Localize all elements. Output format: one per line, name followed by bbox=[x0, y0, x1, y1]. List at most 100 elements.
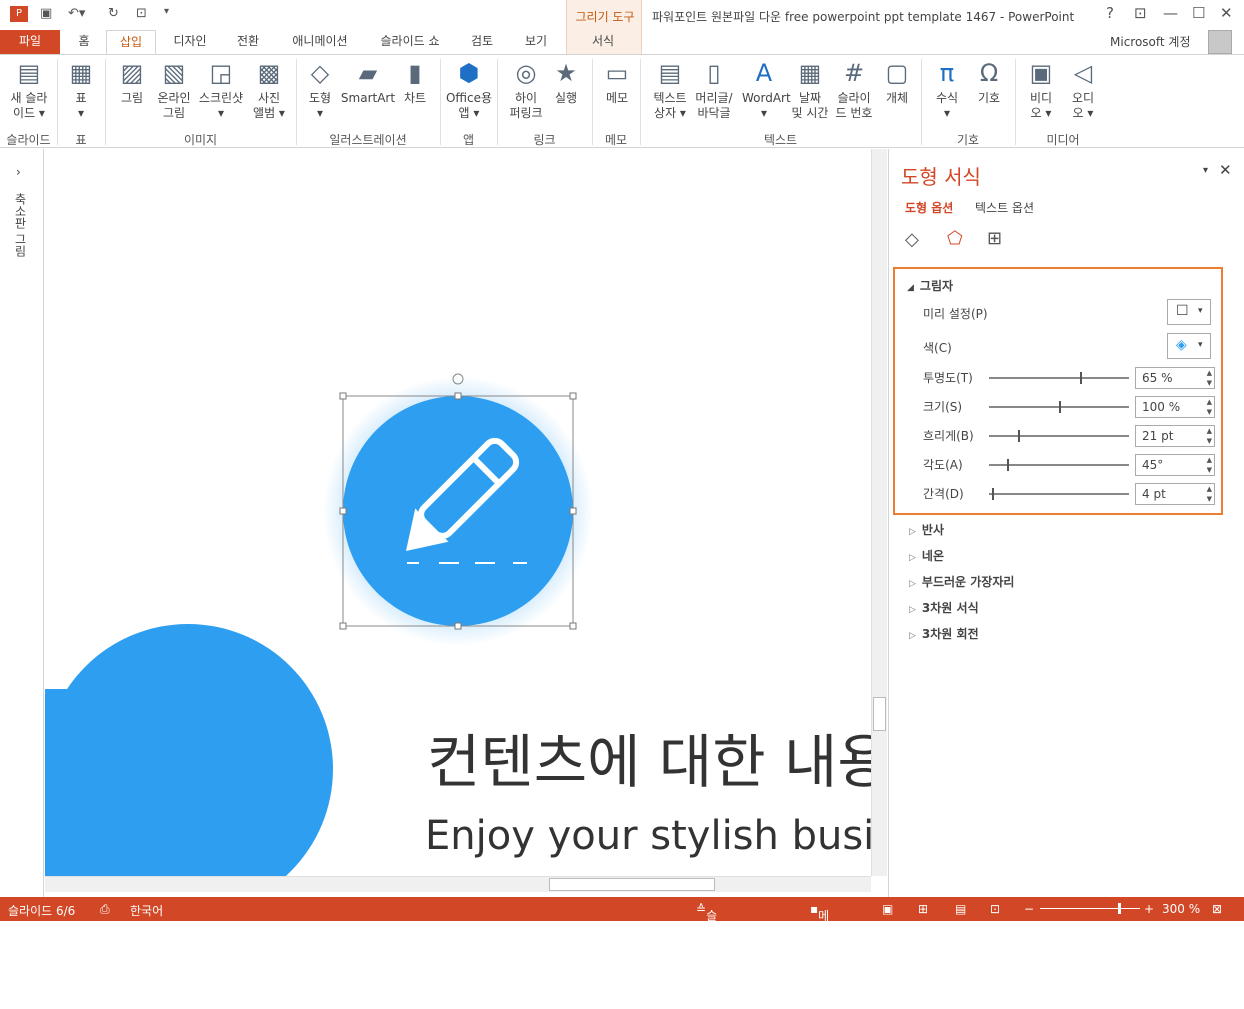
size-properties-icon[interactable]: ⊞ bbox=[987, 228, 1002, 249]
tab-home[interactable]: 홈 bbox=[66, 30, 102, 54]
tab-view[interactable]: 보기 bbox=[514, 30, 558, 54]
language-indicator[interactable]: 한국어 bbox=[130, 902, 163, 919]
ribbon-button-action[interactable]: ★ 실행 bbox=[550, 59, 582, 106]
fit-slide-icon[interactable]: ⊠ bbox=[1212, 902, 1222, 916]
spinner-arrows-icon[interactable]: ▲ ▼ bbox=[1207, 368, 1212, 388]
tab-slideshow[interactable]: 슬라이드 쇼 bbox=[370, 30, 450, 54]
ribbon-button-online-picture[interactable]: ▧ 온라인 그림 bbox=[154, 59, 194, 121]
shadow-row-slider[interactable] bbox=[989, 430, 1129, 442]
zoom-slider[interactable] bbox=[1040, 903, 1140, 914]
ribbon-button-photo-album[interactable]: ▩ 사진 앨범 ▾ bbox=[250, 59, 288, 121]
avatar[interactable] bbox=[1208, 30, 1232, 54]
tab-text-options[interactable]: 텍스트 옵션 bbox=[975, 199, 1034, 216]
minimize-icon[interactable]: — bbox=[1163, 4, 1178, 22]
ribbon-button-audio[interactable]: ◁ 오디 오 ▾ bbox=[1066, 59, 1100, 121]
tab-shape-options[interactable]: 도형 옵션 bbox=[905, 199, 953, 216]
save-icon[interactable]: ▣ bbox=[40, 6, 52, 21]
ribbon-button-symbol[interactable]: Ω 기호 bbox=[974, 59, 1004, 106]
ribbon-button-shapes[interactable]: ◇ 도형 ▾ bbox=[304, 59, 336, 121]
customize-qat-icon[interactable]: ▾ bbox=[164, 6, 169, 17]
collapsed-section[interactable]: ▷ 3차원 회전 bbox=[909, 625, 979, 642]
pane-options-icon[interactable]: ▾ bbox=[1203, 165, 1208, 176]
horizontal-scroll-thumb[interactable] bbox=[549, 878, 715, 891]
collapsed-section[interactable]: ▷ 3차원 서식 bbox=[909, 599, 979, 616]
ribbon-display-icon[interactable]: ⊡ bbox=[1134, 4, 1147, 22]
spinner-arrows-icon[interactable]: ▲ ▼ bbox=[1207, 455, 1212, 475]
color-dropdown[interactable]: ◈ ▾ bbox=[1167, 333, 1211, 359]
shadow-section-header[interactable]: ◢ 그림자 bbox=[907, 277, 953, 294]
ribbon-button-office-apps[interactable]: ⬢ Office용 앱 ▾ bbox=[444, 59, 494, 121]
tab-review[interactable]: 검토 bbox=[460, 30, 504, 54]
maximize-icon[interactable]: ☐ bbox=[1192, 4, 1205, 22]
ribbon-button-chart[interactable]: ▮ 차트 bbox=[400, 59, 430, 106]
shadow-row-slider[interactable] bbox=[989, 488, 1129, 500]
effects-icon[interactable]: ⬠ bbox=[947, 228, 963, 249]
tab-file[interactable]: 파일 bbox=[0, 30, 60, 54]
ribbon-button-date-time[interactable]: ▦ 날짜 및 시간 bbox=[790, 59, 830, 121]
redo-icon[interactable]: ↻ bbox=[108, 6, 119, 21]
spinner-arrows-icon[interactable]: ▲ ▼ bbox=[1207, 397, 1212, 417]
zoom-out-icon[interactable]: − bbox=[1024, 902, 1034, 916]
slideshow-view-icon[interactable]: ⊡ bbox=[990, 902, 1000, 916]
shadow-row-spinner[interactable]: 4 pt ▲ ▼ bbox=[1135, 483, 1215, 505]
tab-design[interactable]: 디자인 bbox=[162, 30, 218, 54]
ribbon-button-table[interactable]: ▦ 표 ▾ bbox=[64, 59, 98, 121]
fill-line-icon[interactable]: ◇ bbox=[905, 229, 919, 250]
shadow-row-spinner[interactable]: 100 % ▲ ▼ bbox=[1135, 396, 1215, 418]
ribbon-button-hyperlink[interactable]: ◎ 하이 퍼링크 bbox=[506, 59, 546, 121]
ribbon-button-new-slide[interactable]: ▤ 새 슬라 이드 ▾ bbox=[4, 59, 54, 121]
horizontal-scrollbar[interactable] bbox=[45, 876, 871, 892]
spinner-arrows-icon[interactable]: ▲ ▼ bbox=[1207, 484, 1212, 504]
slider-thumb[interactable] bbox=[991, 488, 994, 500]
ribbon-button-smartart[interactable]: ▰ SmartArt bbox=[340, 59, 396, 106]
slide-title[interactable]: 컨텐츠에 대한 내용 bbox=[427, 715, 871, 799]
reading-view-icon[interactable]: ▤ bbox=[955, 902, 966, 916]
expand-thumbnails-icon[interactable]: › bbox=[16, 165, 21, 179]
slide-subtitle[interactable]: Enjoy your stylish business bbox=[425, 813, 871, 859]
undo-icon[interactable]: ↶▾ bbox=[68, 6, 85, 21]
tab-format[interactable]: 서식 bbox=[578, 30, 628, 54]
ribbon-button-textbox[interactable]: ▤ 텍스트 상자 ▾ bbox=[650, 59, 690, 121]
shadow-row-slider[interactable] bbox=[989, 401, 1129, 413]
ribbon-button-slide-number[interactable]: # 슬라이 드 번호 bbox=[834, 59, 874, 121]
ribbon-button-video[interactable]: ▣ 비디 오 ▾ bbox=[1024, 59, 1058, 121]
slider-thumb[interactable] bbox=[1080, 372, 1082, 384]
shadow-row-slider[interactable] bbox=[989, 459, 1129, 471]
tab-transitions[interactable]: 전환 bbox=[226, 30, 270, 54]
slider-thumb[interactable] bbox=[1018, 430, 1021, 442]
thumbnails-label[interactable]: 축소판 그림 bbox=[12, 193, 29, 257]
presentation-icon[interactable]: ⊡ bbox=[136, 6, 147, 21]
account-link[interactable]: Microsoft 계정 bbox=[1110, 33, 1191, 50]
tab-insert[interactable]: 삽입 bbox=[106, 30, 156, 55]
zoom-in-icon[interactable]: + bbox=[1144, 902, 1154, 916]
pane-close-icon[interactable]: ✕ bbox=[1219, 161, 1232, 179]
notes-button[interactable]: ≙ 슬라이드 노트 bbox=[696, 902, 717, 1008]
ribbon-button-header-footer[interactable]: ▯ 머리글/ 바닥글 bbox=[692, 59, 736, 121]
ribbon-button-object[interactable]: ▢ 개체 bbox=[882, 59, 912, 106]
ribbon-button-screenshot[interactable]: ◲ 스크린샷 ▾ bbox=[196, 59, 246, 121]
collapsed-section[interactable]: ▷ 네온 bbox=[909, 547, 944, 564]
shadow-row-spinner[interactable]: 21 pt ▲ ▼ bbox=[1135, 425, 1215, 447]
ribbon-button-wordart[interactable]: A WordArt ▾ bbox=[742, 59, 791, 121]
shadow-row-slider[interactable] bbox=[989, 372, 1129, 384]
ribbon-button-equation[interactable]: π 수식 ▾ bbox=[930, 59, 964, 121]
close-icon[interactable]: ✕ bbox=[1220, 4, 1233, 22]
help-icon[interactable]: ? bbox=[1106, 4, 1114, 22]
preset-dropdown[interactable]: ☐ ▾ bbox=[1167, 299, 1211, 325]
slider-thumb[interactable] bbox=[1006, 459, 1009, 471]
ribbon-button-comment[interactable]: ▭ 메모 bbox=[600, 59, 634, 106]
comments-button[interactable]: ▪ 메모 bbox=[810, 902, 829, 940]
zoom-slider-thumb[interactable] bbox=[1118, 903, 1121, 914]
zoom-level[interactable]: 300 % bbox=[1162, 902, 1200, 916]
normal-view-icon[interactable]: ▣ bbox=[882, 902, 893, 916]
collapsed-section[interactable]: ▷ 반사 bbox=[909, 521, 944, 538]
collapsed-section[interactable]: ▷ 부드러운 가장자리 bbox=[909, 573, 1014, 590]
spinner-arrows-icon[interactable]: ▲ ▼ bbox=[1207, 426, 1212, 446]
ribbon-button-picture[interactable]: ▨ 그림 bbox=[116, 59, 148, 106]
sorter-view-icon[interactable]: ⊞ bbox=[918, 902, 928, 916]
vertical-scroll-thumb[interactable] bbox=[873, 697, 886, 731]
shadow-row-spinner[interactable]: 65 % ▲ ▼ bbox=[1135, 367, 1215, 389]
accessibility-icon[interactable]: ⎙ bbox=[100, 902, 110, 917]
vertical-scrollbar[interactable] bbox=[871, 149, 887, 876]
shadow-row-spinner[interactable]: 45° ▲ ▼ bbox=[1135, 454, 1215, 476]
